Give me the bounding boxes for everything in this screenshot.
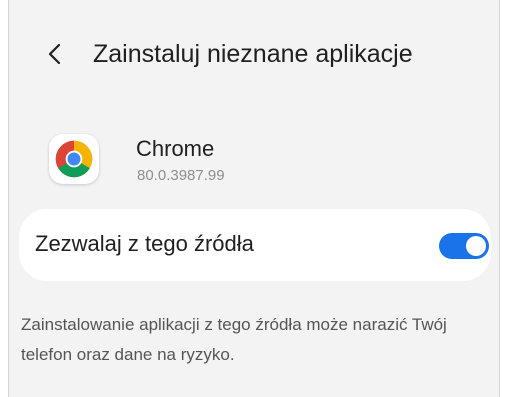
page-title: Zainstaluj nieznane aplikacje: [93, 40, 413, 68]
app-name: Chrome: [136, 136, 215, 161]
allow-source-setting[interactable]: Zezwalaj z tego źródła: [19, 209, 491, 281]
allow-source-label: Zezwalaj z tego źródła: [35, 231, 254, 256]
screenshot-frame: Zainstaluj nieznane aplikacje Chrome 80.…: [0, 0, 512, 397]
app-info-row: Chrome 80.0.3987.99: [9, 118, 499, 198]
chrome-icon: [55, 140, 93, 178]
security-warning-text: Zainstalowanie aplikacji z tego źródła m…: [21, 315, 447, 364]
settings-screen: Zainstaluj nieznane aplikacje Chrome 80.…: [8, 0, 500, 397]
allow-source-toggle[interactable]: [439, 233, 489, 259]
app-version: 80.0.3987.99: [137, 167, 225, 184]
toggle-knob: [466, 236, 486, 256]
back-button[interactable]: [39, 36, 71, 72]
app-icon-tile: [49, 134, 99, 184]
chevron-left-icon: [48, 43, 61, 65]
app-bar: Zainstaluj nieznane aplikacje: [9, 0, 499, 110]
